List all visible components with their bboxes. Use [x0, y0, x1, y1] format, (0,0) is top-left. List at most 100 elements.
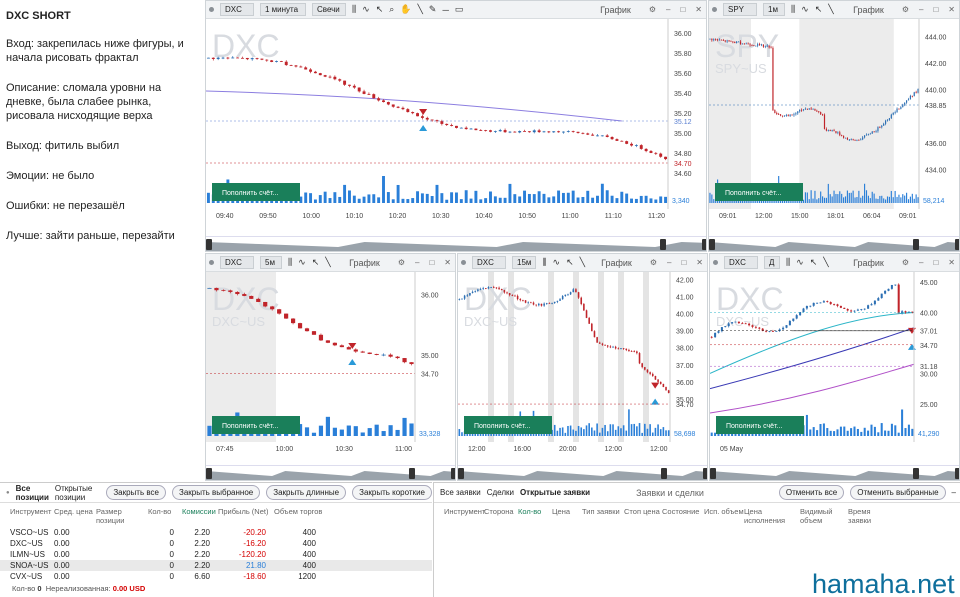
orders-column-header[interactable]: Видимый объем	[800, 507, 848, 525]
maximize-icon[interactable]: □	[933, 5, 938, 14]
trendline-icon[interactable]: ╲	[418, 4, 423, 15]
indicators-icon[interactable]: ∿	[298, 257, 306, 268]
link-dot-icon[interactable]	[461, 260, 466, 265]
cursor-icon[interactable]: ↖	[566, 257, 574, 268]
link-dot-icon[interactable]	[713, 260, 718, 265]
chart-type-selector[interactable]: Свечи	[312, 3, 346, 16]
positions-column-header[interactable]: Размер позиции	[96, 507, 148, 525]
table-row[interactable]: SNOA~US 0.00 0 2.20 21.80 400	[0, 560, 432, 571]
indicators-icon[interactable]: ∿	[362, 4, 370, 15]
indicators-icon[interactable]: ∿	[801, 4, 809, 15]
minimize-icon[interactable]: –	[919, 5, 923, 14]
minimize-icon[interactable]: –	[667, 258, 671, 267]
chart-navigator[interactable]	[206, 465, 455, 480]
orders-tab[interactable]: Сделки	[487, 488, 514, 497]
positions-column-header[interactable]: Инструмент	[10, 507, 54, 525]
positions-column-header[interactable]: Объем торгов	[274, 507, 324, 525]
orders-tab[interactable]: Все заявки	[440, 488, 481, 497]
indicators-icon[interactable]: ∿	[553, 257, 561, 268]
orders-column-header[interactable]: Сторона	[484, 507, 518, 525]
symbol-selector[interactable]: DXC	[220, 256, 254, 269]
fill-account-button[interactable]: Пополнить счёт...	[212, 416, 300, 434]
candles-icon[interactable]: ⫼	[791, 4, 795, 15]
minimize-icon[interactable]: –	[666, 5, 670, 14]
chart-navigator[interactable]	[206, 236, 706, 251]
settings-icon[interactable]: ⚙	[649, 5, 656, 14]
link-dot-icon[interactable]	[209, 7, 214, 12]
minimize-icon[interactable]: –	[919, 258, 923, 267]
settings-icon[interactable]: ⚙	[650, 258, 657, 267]
indicators-icon[interactable]: ∿	[796, 257, 804, 268]
cursor-icon[interactable]: ↖	[810, 257, 818, 268]
link-dot-icon[interactable]	[209, 260, 214, 265]
link-dot-icon[interactable]	[712, 7, 717, 12]
orders-column-header[interactable]: Инструмент	[444, 507, 485, 525]
settings-icon[interactable]: ⚙	[902, 258, 909, 267]
orders-column-header[interactable]: Тип заявки	[582, 507, 624, 525]
positions-column-header[interactable]: Комиссии	[182, 507, 218, 525]
table-row[interactable]: VSCO~US 0.00 0 2.20 -20.20 400	[0, 527, 432, 538]
positions-tab[interactable]: Открытые позиции	[55, 484, 100, 502]
table-row[interactable]: ILMN~US 0.00 0 2.20 -120.20 400	[0, 549, 432, 560]
positions-action-button[interactable]: Закрыть выбранное	[171, 485, 261, 500]
hand-icon[interactable]: ✋	[400, 4, 411, 15]
trendline-icon[interactable]: ╲	[580, 257, 585, 268]
fill-account-button[interactable]: Пополнить счёт...	[716, 416, 804, 434]
orders-tab[interactable]: Открытые заявки	[520, 488, 590, 497]
fill-account-button[interactable]: Пополнить счёт...	[464, 416, 552, 434]
chart-navigator[interactable]	[458, 465, 707, 480]
settings-icon[interactable]: ⚙	[398, 258, 405, 267]
close-icon[interactable]: ✕	[696, 258, 703, 267]
orders-column-header[interactable]: Цена	[552, 507, 582, 525]
panel-dot-icon[interactable]: ●	[6, 490, 10, 496]
candles-icon[interactable]: ⫼	[786, 257, 790, 268]
close-icon[interactable]: ✕	[948, 258, 955, 267]
positions-action-button[interactable]: Закрыть длинные	[266, 485, 347, 500]
cursor-icon[interactable]: ↖	[815, 4, 823, 15]
maximize-icon[interactable]: □	[680, 5, 685, 14]
trendline-icon[interactable]: ╲	[823, 257, 828, 268]
orders-column-header[interactable]: Кол-во	[518, 507, 552, 525]
fill-account-button[interactable]: Пополнить счёт...	[715, 183, 803, 201]
timeframe-selector[interactable]: 15м	[512, 256, 537, 269]
chart-navigator[interactable]	[709, 236, 959, 251]
maximize-icon[interactable]: □	[681, 258, 686, 267]
hline-icon[interactable]: ─	[442, 5, 448, 15]
maximize-icon[interactable]: □	[933, 258, 938, 267]
table-row[interactable]: CVX~US 0.00 0 6.60 -18.60 1200	[0, 571, 432, 582]
symbol-selector[interactable]: SPY	[723, 3, 757, 16]
orders-column-header[interactable]: Исп. объем	[704, 507, 744, 525]
minimize-icon[interactable]: –	[952, 488, 956, 497]
cursor-icon[interactable]: ↖	[376, 4, 384, 15]
positions-action-button[interactable]: Закрыть все	[106, 485, 166, 500]
orders-action-button[interactable]: Отменить все	[778, 485, 845, 500]
symbol-selector[interactable]: DXC	[472, 256, 506, 269]
timeframe-selector[interactable]: 1м	[763, 3, 785, 16]
settings-icon[interactable]: ⚙	[902, 5, 909, 14]
symbol-selector[interactable]: DXC	[220, 3, 254, 16]
minimize-icon[interactable]: –	[415, 258, 419, 267]
rect-icon[interactable]: ▭	[455, 4, 464, 15]
fill-account-button[interactable]: Пополнить счёт...	[212, 183, 300, 201]
close-icon[interactable]: ✕	[695, 5, 702, 14]
positions-column-header[interactable]: Сред. цена	[54, 507, 96, 525]
candles-icon[interactable]: ⫼	[542, 257, 546, 268]
symbol-selector[interactable]: DXC	[724, 256, 758, 269]
trendline-icon[interactable]: ╲	[325, 257, 330, 268]
timeframe-selector[interactable]: 5м	[260, 256, 282, 269]
positions-column-header[interactable]: Кол-во	[148, 507, 182, 525]
timeframe-selector[interactable]: 1 минута	[260, 3, 306, 16]
trendline-icon[interactable]: ╲	[828, 4, 833, 15]
orders-column-header[interactable]: Стоп цена	[624, 507, 662, 525]
close-icon[interactable]: ✕	[948, 5, 955, 14]
cursor-icon[interactable]: ↖	[312, 257, 320, 268]
orders-column-header[interactable]: Время заявки	[848, 507, 894, 525]
orders-column-header[interactable]: Цена исполнения	[744, 507, 800, 525]
candles-icon[interactable]: ⫼	[352, 4, 356, 15]
orders-column-header[interactable]: Состояние	[662, 507, 704, 525]
positions-action-button[interactable]: Закрыть короткие	[352, 485, 432, 500]
pen-icon[interactable]: ✎	[429, 4, 437, 15]
close-icon[interactable]: ✕	[444, 258, 451, 267]
orders-action-button[interactable]: Отменить выбранные	[850, 485, 946, 500]
candles-icon[interactable]: ⫼	[288, 257, 292, 268]
